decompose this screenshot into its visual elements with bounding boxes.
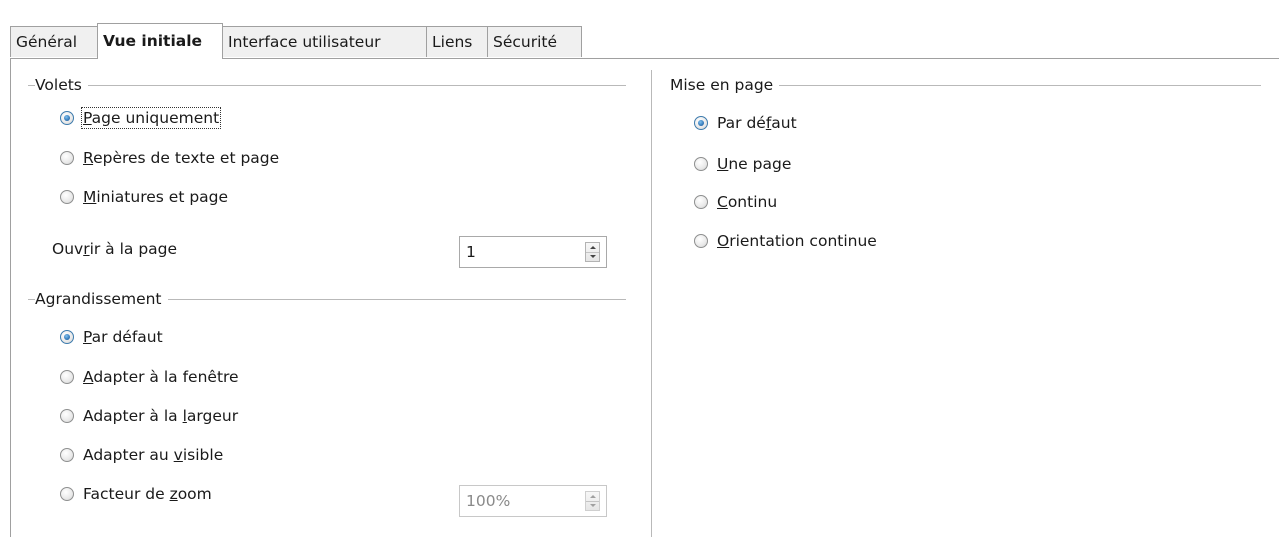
open-page-spinbox[interactable]: 1 [459,236,607,268]
option-label: Page uniquement [80,107,222,129]
tab-general[interactable]: Général [10,26,98,57]
radio-icon [694,234,708,248]
open-page-spin-buttons [585,242,600,262]
radio-continu[interactable]: Continu [694,190,777,214]
column-separator [651,70,652,537]
tab-pane-border [10,58,11,537]
radio-icon [60,151,74,165]
option-label: Facteur de zoom [83,485,212,503]
radio-orientation-continue[interactable]: Orientation continue [694,229,877,253]
tab-label: Vue initiale [103,32,203,50]
radio-icon [60,409,74,423]
radio-adapter-visible[interactable]: Adapter au visible [60,443,223,467]
zoom-spin-buttons [585,491,600,511]
volets-title: Volets [35,76,88,94]
radio-miniatures-page[interactable]: Miniatures et page [60,185,228,209]
spin-down-icon[interactable] [586,501,599,510]
spin-down-icon[interactable] [586,252,599,261]
radio-icon [60,370,74,384]
tab-label: Général [16,33,78,51]
option-label: Orientation continue [717,232,877,250]
tab-label: Interface utilisateur [228,33,381,51]
tab-label: Sécurité [493,33,558,51]
radio-icon [694,195,708,209]
open-page-label: Ouvrir à la page [52,240,178,258]
radio-page-uniquement[interactable]: Page uniquement [60,106,222,130]
option-label: Miniatures et page [83,188,229,206]
option-label: Par défaut [717,114,797,132]
option-label: Adapter à la fenêtre [83,368,239,386]
volets-separator [28,85,626,86]
option-label: Continu [717,193,778,211]
radio-zoom-par-defaut[interactable]: Par défaut [60,325,163,349]
option-label: Par défaut [83,328,163,346]
tab-bar: Général Vue initiale Interface utilisate… [10,23,1279,59]
radio-layout-par-defaut[interactable]: Par défaut [694,111,797,135]
tab-vue-initiale[interactable]: Vue initiale [97,23,223,59]
option-label: Une page [717,155,792,173]
radio-adapter-fenetre[interactable]: Adapter à la fenêtre [60,365,239,389]
radio-icon [60,448,74,462]
radio-checked-icon [694,116,708,130]
mise-en-page-title: Mise en page [670,76,780,94]
tab-interface-utilisateur[interactable]: Interface utilisateur [222,26,427,57]
radio-checked-icon [60,111,74,125]
tab-label: Liens [432,33,473,51]
radio-checked-icon [60,330,74,344]
tab-liens[interactable]: Liens [426,26,488,57]
radio-adapter-largeur[interactable]: Adapter à la largeur [60,404,238,428]
zoom-factor-spinbox[interactable]: 100% [459,485,607,517]
agrandissement-title: Agrandissement [35,290,168,308]
option-label: Repères de texte et page [83,149,280,167]
radio-icon [694,157,708,171]
tab-securite[interactable]: Sécurité [487,26,582,57]
radio-facteur-zoom[interactable]: Facteur de zoom [60,482,212,506]
radio-icon [60,487,74,501]
radio-une-page[interactable]: Une page [694,152,791,176]
option-label: Adapter au visible [83,446,224,464]
radio-icon [60,190,74,204]
option-label: Adapter à la largeur [83,407,239,425]
radio-reperes-texte-page[interactable]: Repères de texte et page [60,146,279,170]
